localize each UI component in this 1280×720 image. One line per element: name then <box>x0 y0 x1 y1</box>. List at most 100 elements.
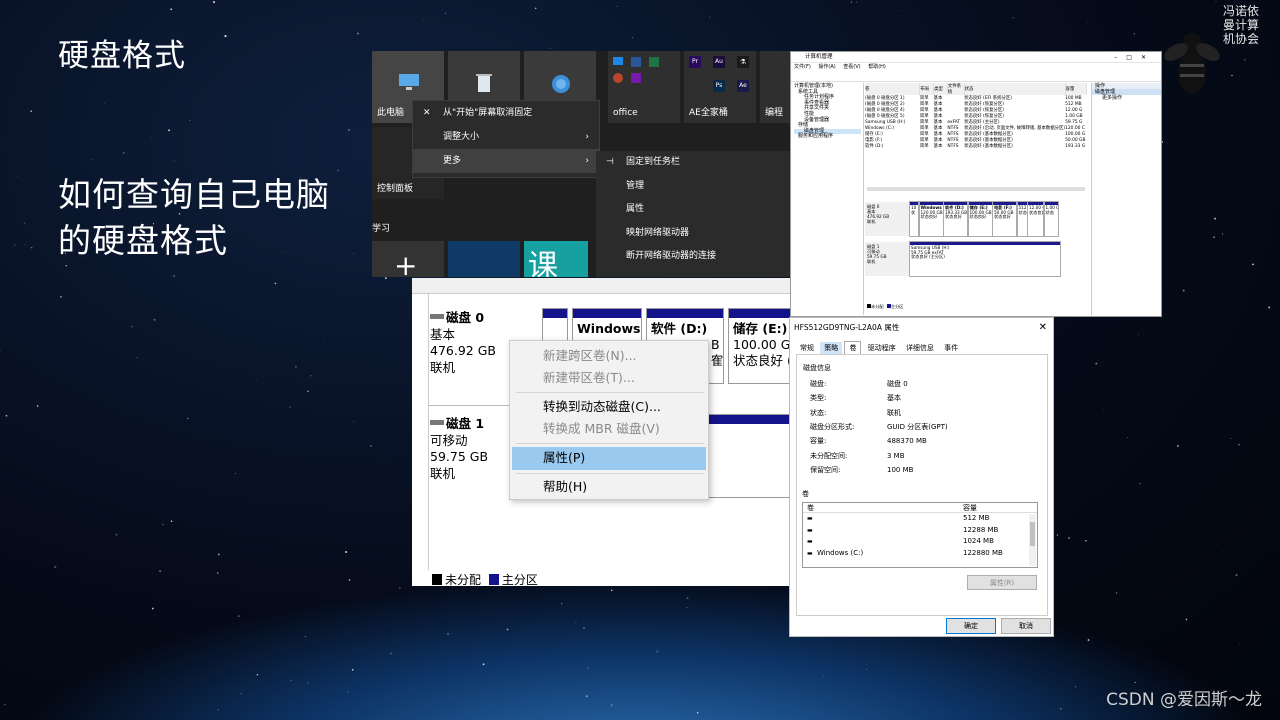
disk0-partition[interactable]: 12.00 GB状态良好 <box>1027 201 1044 237</box>
menu-disconnect-drive[interactable]: 断开网络驱动器的连接 <box>596 245 790 269</box>
drive-icon: ▬ <box>807 526 813 534</box>
powerpoint-icon <box>613 73 623 83</box>
pin-icon: ⊣ <box>606 157 614 167</box>
disk-info-row: 类型: 基本 <box>810 394 901 403</box>
premiere-icon: Pr <box>689 56 701 68</box>
tab-policies[interactable]: 策略 <box>820 342 843 354</box>
tab-driver[interactable]: 驱动程序 <box>864 342 900 354</box>
tile-office-folder[interactable]: office <box>608 51 680 123</box>
volume-cell: 简单 <box>919 144 929 149</box>
acrobat-icon: ⚗ <box>737 56 749 68</box>
volume-list-item[interactable]: ▬ Windows (C:) 122880 MB <box>803 548 1037 560</box>
volume-list: 卷布局 类型 文件系统 状态 容量 (磁盘 0 磁盘分区 1) 简单 基本 状态良好 (EFI… <box>865 83 1088 195</box>
disk0-partition[interactable]: 储存 (E:) 100.00 GB 状态良好 <box>967 201 993 237</box>
disk0-partition[interactable]: 1.00 G状态 <box>1043 201 1059 237</box>
partition-storage-e[interactable]: 储存 (E:) 100.00 GB 状态良好 ( <box>728 308 790 384</box>
menu-map-drive[interactable]: 映射网络驱动器 <box>596 222 790 246</box>
tab-details[interactable]: 详细信息 <box>902 342 938 354</box>
disk-info-row: 容量: 488370 MB <box>810 437 927 446</box>
window-controls[interactable]: –□✕ <box>1114 52 1155 63</box>
tile-ae-suite[interactable]: Pr Au ⚗ Ps Ae AE全家桶 <box>684 51 756 123</box>
after-effects-icon: Ae <box>737 80 749 92</box>
menu-properties[interactable]: 属性 <box>596 198 790 222</box>
menu-resize[interactable]: 调整大小 › <box>413 125 599 149</box>
menu-help[interactable]: 帮助(H) <box>543 476 587 498</box>
volumes-label: 卷 <box>802 490 809 498</box>
volume-list-item[interactable]: ▬ 512 MB <box>803 513 1037 525</box>
menu-view[interactable]: 查看(V) <box>843 64 860 70</box>
disk-management-zoom: 磁盘 0 基本 476.92 GB 联机 磁盘 1 可移动 59.75 GB 联… <box>412 278 790 586</box>
menu-unpin[interactable]: ✕ 从"开始"屏幕取消固定 <box>413 101 599 125</box>
volume-cell: 软件 (D:) <box>865 144 884 149</box>
excel-icon <box>649 57 659 67</box>
volume-row[interactable]: 软件 (D:) 简单 基本 NTFS 状态良好 (基本数据分区) 193.33 G <box>865 143 1087 150</box>
disk0-partition[interactable]: 512 状态 <box>1016 201 1028 237</box>
volumes-header: 卷 容量 <box>803 503 1037 513</box>
computer-icon <box>399 74 419 90</box>
section-label-study: 学习 <box>372 224 391 234</box>
menu-convert-dynamic[interactable]: 转换到动态磁盘(C)... <box>543 396 661 418</box>
tile-add[interactable]: + <box>372 241 444 277</box>
more-submenu: ⊣ 固定到任务栏 管理 属性 映射网络驱动器 断开网络驱动器的连接 <box>596 151 790 277</box>
volume-properties-button[interactable]: 属性(R) <box>967 575 1037 590</box>
volume-list-item[interactable]: ▬ 12288 MB <box>803 525 1037 537</box>
menu-help[interactable]: 帮助(H) <box>868 64 886 70</box>
column-header[interactable]: 容量 <box>1065 83 1088 95</box>
menu-pin-taskbar[interactable]: ⊣ 固定到任务栏 <box>596 151 790 175</box>
menu-file[interactable]: 文件(F) <box>794 64 811 70</box>
chevron-right-icon: › <box>585 156 589 166</box>
menu-convert-mbr[interactable]: 转换成 MBR 磁盘(V) <box>543 418 660 440</box>
column-header[interactable]: 卷 <box>865 83 921 95</box>
volume-cell: 50.00 GB <box>1065 137 1086 143</box>
tile-programming[interactable]: 编程 <box>760 51 790 123</box>
toolbar <box>791 72 1161 82</box>
disk0-partition[interactable]: 10 状 <box>909 201 919 237</box>
actions-more[interactable]: 更多操作 <box>1092 95 1161 101</box>
column-header[interactable]: 布局 <box>919 83 935 95</box>
volume-list-item[interactable]: ▬ 1024 MB <box>803 536 1037 548</box>
volume-cell: 193.33 G <box>1065 143 1086 149</box>
tab-strip: 常规 策略 卷 驱动程序 详细信息 事件 <box>796 341 962 355</box>
tile-media[interactable] <box>448 241 520 277</box>
disk0-partition[interactable]: Windows 120.00 GB 状态良好 <box>918 201 944 237</box>
drive-icon: ▬ <box>807 549 813 557</box>
menu-action[interactable]: 操作(A) <box>818 64 835 70</box>
menu-manage[interactable]: 管理 <box>596 175 790 199</box>
volume-cell: 100.00 G <box>1065 131 1086 137</box>
ok-button[interactable]: 确定 <box>946 618 996 634</box>
navigation-tree: 计算机管理(本地) 系统工具 任务计划程序 事件查看器 共享文件夹 性能 设备管… <box>792 83 864 315</box>
volume-cell: 状态良好 (基本数据分区) <box>964 144 1013 149</box>
menu-new-striped-volume[interactable]: 新建带区卷(T)... <box>543 367 635 389</box>
drive-icon: ▬ <box>807 538 813 545</box>
column-header[interactable]: 状态 <box>964 83 1066 95</box>
computer-management-window: 计算机管理 –□✕ 文件(F) 操作(A) 查看(V) 帮助(H) 计算机管理(… <box>790 51 1162 317</box>
disk-info-row: 磁盘分区形式: GUID 分区表(GPT) <box>810 422 948 431</box>
tab-events[interactable]: 事件 <box>940 342 962 354</box>
csdn-watermark: CSDN @爱因斯～龙 <box>1106 690 1262 710</box>
disk-info-row: 状态: 联机 <box>810 408 901 417</box>
close-icon[interactable]: ✕ <box>1039 318 1047 337</box>
horizontal-scrollbar[interactable] <box>867 187 1085 191</box>
slide-title: 硬盘格式 <box>58 38 186 74</box>
partition-samsung-usb[interactable]: Samsung USB (H:) 59.75 GB exFAT 状态良好 (主分… <box>909 241 1061 277</box>
column-header[interactable]: 类型 <box>933 83 948 95</box>
network-globe-icon <box>552 75 570 93</box>
tab-general[interactable]: 常规 <box>796 342 818 354</box>
disk0-partition[interactable]: 电影 (F:) 50.00 GB 状态良好 <box>992 201 1017 237</box>
volume-cell: 基本 <box>933 144 943 149</box>
tile-course[interactable]: 课 <box>524 241 588 277</box>
column-header[interactable]: 文件系统 <box>947 83 965 95</box>
menu-properties[interactable]: 属性(P) <box>543 447 585 469</box>
photoshop-icon: Ps <box>713 80 725 92</box>
disk-context-menu: 新建跨区卷(N)... 新建带区卷(T)... 转换到动态磁盘(C)... 转换… <box>509 340 709 500</box>
tree-item[interactable]: 服务和应用程序 <box>794 134 861 140</box>
menu-more[interactable]: 更多 › <box>413 149 599 173</box>
cancel-button[interactable]: 取消 <box>1001 618 1051 634</box>
disk0-partition[interactable]: 软件 (D:) 193.33 GB 状态良好 <box>943 201 968 237</box>
start-menu-screenshot: 此电脑 office Pr Au ⚗ Ps Ae AE全家桶 编程 控制面板 学… <box>372 51 790 277</box>
window-titlebar: 计算机管理 –□✕ <box>791 52 1161 63</box>
recycle-bin-icon <box>476 74 492 92</box>
volumes-scrollbar[interactable] <box>1029 514 1036 566</box>
tab-volumes[interactable]: 卷 <box>844 341 862 355</box>
menu-new-spanned-volume[interactable]: 新建跨区卷(N)... <box>543 345 637 367</box>
